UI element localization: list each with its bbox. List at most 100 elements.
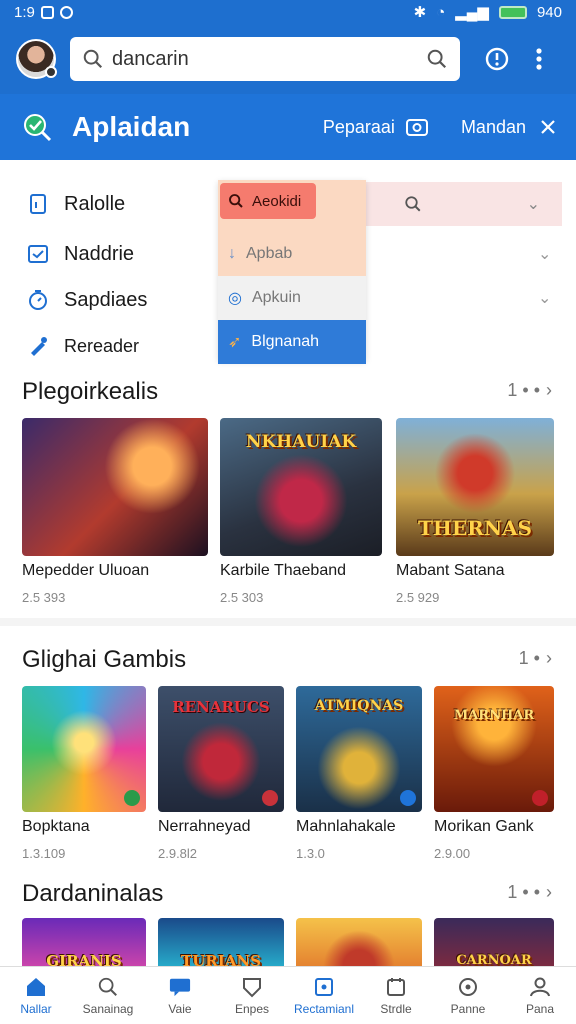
nav-profile[interactable]: Pana: [504, 967, 576, 1024]
game-thumbnail: NKHAUIAK: [220, 418, 382, 556]
nav-panne[interactable]: Panne: [432, 967, 504, 1024]
game-meta: 2.5 929: [396, 590, 440, 605]
game-thumbnail: [22, 418, 208, 556]
status-bar: 1:9 ✱ ◔ ▂▄▆ 940: [0, 0, 576, 24]
nav-label: Strdle: [380, 1001, 412, 1016]
menu-item-label: Sapdiaes: [64, 288, 148, 311]
game-meta: 1.3.0: [296, 846, 325, 861]
section-more-button[interactable]: 1 • • ›: [507, 882, 552, 903]
menu-item-ralolle[interactable]: Ralolle: [26, 192, 125, 216]
close-icon[interactable]: [540, 119, 556, 135]
nav-shield[interactable]: Enpes: [216, 967, 288, 1024]
page-title: Aplaidan: [72, 111, 191, 142]
platform-badge: [532, 790, 548, 806]
dropdown-option-selected[interactable]: ➶ Blgnanah: [218, 320, 366, 364]
wifi-icon: ◔: [436, 3, 446, 21]
prepare-button[interactable]: Peparaai: [323, 116, 429, 138]
battery-level: 940: [536, 3, 562, 21]
compass-icon: ◎: [228, 290, 242, 307]
battery-icon: [498, 5, 527, 19]
dropdown-option[interactable]: ◎ Apkuin: [218, 276, 366, 320]
dropdown-chip[interactable]: Aeokidi: [220, 183, 316, 219]
sync-icon: [59, 5, 73, 19]
game-card[interactable]: Mepedder Uluoan 2.5 393: [22, 418, 208, 605]
mandan-button[interactable]: Mandan: [461, 117, 556, 138]
game-thumbnail: MARNHAR: [434, 686, 554, 812]
game-title: Mabant Satana: [396, 562, 505, 579]
game-title: Morikan Gank: [434, 818, 534, 835]
prepare-label: Peparaai: [322, 116, 395, 137]
menu-item-label: Ralolle: [64, 192, 126, 215]
search-box[interactable]: [70, 37, 460, 81]
avatar[interactable]: [16, 39, 57, 79]
more-vert-icon[interactable]: [524, 44, 554, 74]
nav-label: Pana: [525, 1001, 555, 1016]
game-card[interactable]: MARNHAR Morikan Gank 2.9.00: [434, 686, 556, 861]
game-title: Karbile Thaeband: [220, 562, 347, 579]
search-submit-icon[interactable]: [426, 48, 448, 70]
nav-home[interactable]: Nallar: [0, 967, 72, 1024]
document-icon: [26, 192, 50, 216]
menu-item-label: Rereader: [64, 335, 140, 356]
mandan-label: Mandan: [460, 116, 526, 137]
game-title: Nerrahneyad: [158, 818, 251, 835]
search-header: [0, 24, 576, 94]
dropdown-option-label: Apkuin: [251, 289, 301, 306]
section-title: Plegoirkealis: [22, 378, 159, 405]
nav-schedule[interactable]: Strdle: [360, 967, 432, 1024]
dropdown-option-label: Apbab: [246, 245, 293, 262]
game-card[interactable]: NKHAUIAK Karbile Thaeband 2.5 303: [220, 418, 382, 605]
chevron-down-icon[interactable]: ⌄: [538, 244, 551, 264]
section-title: Dardaninalas: [22, 880, 164, 907]
game-card[interactable]: Bopktana 1.3.109: [22, 686, 146, 861]
inbox-icon: [26, 242, 50, 266]
compass-icon: [457, 976, 479, 998]
nav-recommended[interactable]: Rectamianl: [288, 967, 360, 1024]
search-input[interactable]: [112, 47, 426, 71]
game-title: Mepedder Uluoan: [22, 562, 150, 579]
game-thumbnail: THERNAS: [396, 418, 554, 556]
section-games: Glighai Gambis 1 • › Bopktana 1.3.109 RE…: [0, 626, 576, 864]
game-card[interactable]: ATMIQNAS Mahnlahakale 1.3.0: [296, 686, 422, 861]
section-more-label: 1 •: [518, 648, 540, 668]
chevron-down-icon[interactable]: ⌄: [538, 288, 551, 308]
bluetooth-icon: ✱: [413, 4, 427, 21]
game-card[interactable]: THERNAS Mabant Satana 2.5 929: [396, 418, 554, 605]
dropdown-option[interactable]: ↓ Apbab: [218, 232, 366, 276]
nav-label: Sanainag: [82, 1001, 134, 1016]
section-more-button[interactable]: 1 • • ›: [507, 380, 552, 401]
chevron-down-icon: ⌄: [526, 196, 540, 213]
game-title: Bopktana: [22, 818, 90, 835]
chevron-right-icon: ›: [546, 648, 552, 668]
game-logo: MARNHAR: [453, 708, 535, 723]
game-meta: 1.3.109: [22, 846, 66, 861]
nav-chat[interactable]: Vaie: [144, 967, 216, 1024]
game-logo: THERNAS: [418, 516, 532, 540]
search-check-icon: [24, 114, 52, 142]
menu-item-rereader[interactable]: Rereader: [26, 334, 139, 358]
game-card[interactable]: RENARUCS Nerrahneyad 2.9.8l2: [158, 686, 284, 861]
info-icon[interactable]: [482, 44, 512, 74]
menu-item-sapdiaes[interactable]: Sapdiaes: [26, 288, 147, 312]
home-icon: [25, 976, 47, 998]
nav-search[interactable]: Sanainag: [72, 967, 144, 1024]
filter-select[interactable]: ⌄: [366, 182, 562, 226]
section-featured: Plegoirkealis 1 • • › Mepedder Uluoan 2.…: [0, 368, 576, 618]
chevron-right-icon: ›: [546, 882, 552, 902]
square-icon: [313, 976, 335, 998]
dropdown-option-label: Blgnanah: [251, 333, 320, 350]
game-thumbnail: ATMIQNAS: [296, 686, 422, 812]
status-dot: [45, 66, 57, 78]
search-icon: [229, 194, 243, 208]
game-thumbnail: RENARUCS: [158, 686, 284, 812]
person-icon: [529, 976, 551, 998]
game-logo: ATMIQNAS: [314, 698, 404, 714]
menu-item-naddrie[interactable]: Naddrie: [26, 242, 134, 266]
nav-label: Nallar: [20, 1001, 52, 1016]
dropdown-menu: Aeokidi ↓ Apbab ◎ Apkuin ➶ Blgnanah: [218, 180, 366, 364]
section-more-button[interactable]: 1 • ›: [519, 648, 552, 669]
bottom-nav: Nallar Sanainag Vaie Enpes Rectamianl St…: [0, 966, 576, 1024]
app-screen: 1:9 ✱ ◔ ▂▄▆ 940 Aplaidan Pepar: [0, 0, 576, 1024]
section-more-label: 1 • •: [507, 380, 540, 400]
nav-label: Enpes: [234, 1001, 270, 1016]
